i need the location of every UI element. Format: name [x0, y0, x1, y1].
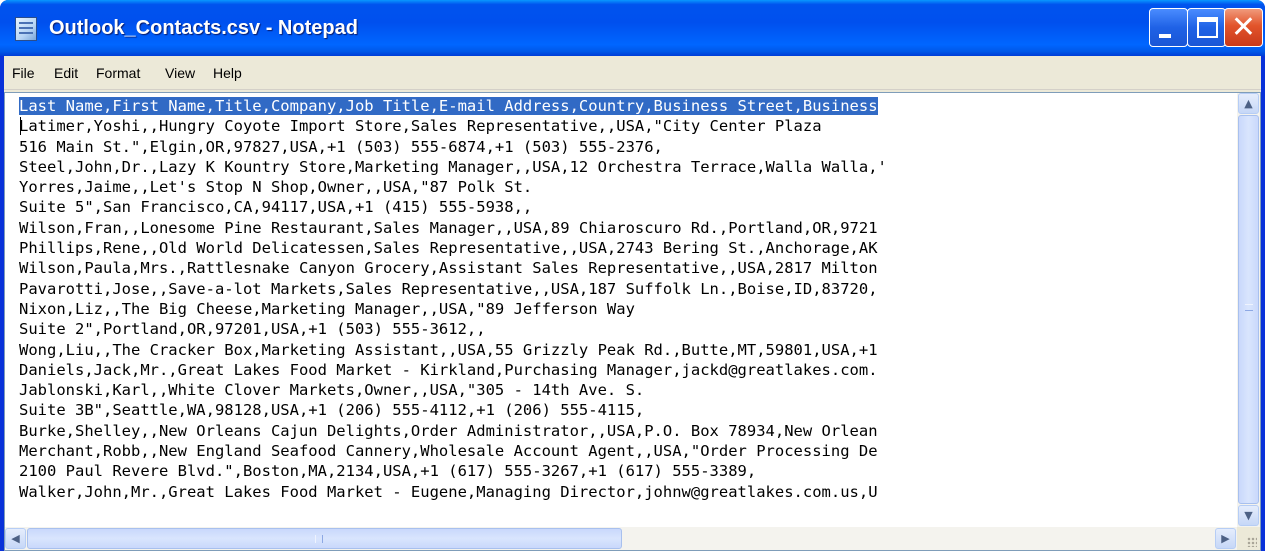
close-icon: ✕ [1230, 10, 1257, 45]
scroll-left-button[interactable]: ◀ [5, 528, 26, 549]
chevron-down-icon: ▼ [1244, 509, 1253, 522]
chevron-up-icon: ▲ [1244, 97, 1253, 110]
text-line-content: Wilson,Fran,,Lonesome Pine Restaurant,Sa… [19, 218, 878, 237]
chevron-left-icon: ◀ [11, 532, 20, 545]
scroll-up-button[interactable]: ▲ [1238, 93, 1259, 114]
text-line[interactable]: 516 Main St.",Elgin,OR,97827,USA,+1 (503… [19, 137, 1231, 157]
text-line-content: Daniels,Jack,Mr.,Great Lakes Food Market… [19, 360, 878, 379]
text-line[interactable]: Daniels,Jack,Mr.,Great Lakes Food Market… [19, 360, 1231, 380]
vertical-scrollbar[interactable]: ▲ ▼ [1237, 93, 1260, 527]
grip-icon [1245, 304, 1253, 311]
menu-help[interactable]: Help [209, 62, 246, 84]
text-line[interactable]: Wilson,Fran,,Lonesome Pine Restaurant,Sa… [19, 218, 1231, 238]
horizontal-scrollbar[interactable]: ◀ ▶ [5, 527, 1237, 550]
selected-text-line[interactable]: Last Name,First Name,Title,Company,Job T… [19, 96, 1231, 116]
text-line-content: Nixon,Liz,,The Big Cheese,Marketing Mana… [19, 299, 635, 318]
text-line-content: Wong,Liu,,The Cracker Box,Marketing Assi… [19, 340, 878, 359]
text-line[interactable]: Suite 3B",Seattle,WA,98128,USA,+1 (206) … [19, 400, 1231, 420]
menu-bar: File Edit Format View Help [4, 56, 1261, 90]
text-line[interactable]: Yorres,Jaime,,Let's Stop N Shop,Owner,,U… [19, 177, 1231, 197]
text-line[interactable]: Nixon,Liz,,The Big Cheese,Marketing Mana… [19, 299, 1231, 319]
scroll-down-button[interactable]: ▼ [1238, 505, 1259, 526]
text-line-content: Latimer,Yoshi,,Hungry Coyote Import Stor… [19, 117, 822, 136]
text-line-content: Merchant,Robb,,New England Seafood Canne… [19, 442, 878, 461]
text-line-content: Pavarotti,Jose,,Save-a-lot Markets,Sales… [19, 279, 878, 298]
menu-edit[interactable]: Edit [50, 62, 82, 84]
maximize-button[interactable] [1187, 8, 1226, 47]
text-editor[interactable]: Last Name,First Name,Title,Company,Job T… [4, 92, 1261, 551]
maximize-icon [1197, 17, 1218, 38]
text-line-content: 2100 Paul Revere Blvd.",Boston,MA,2134,U… [19, 462, 757, 481]
text-content[interactable]: Last Name,First Name,Title,Company,Job T… [19, 96, 1231, 526]
text-line-content: Walker,John,Mr.,Great Lakes Food Market … [19, 482, 878, 501]
text-line[interactable]: Burke,Shelley,,New Orleans Cajun Delight… [19, 421, 1231, 441]
text-line-content: Phillips,Rene,,Old World Delicatessen,Sa… [19, 239, 878, 258]
menu-format[interactable]: Format [92, 62, 144, 84]
window-title: Outlook_Contacts.csv - Notepad [49, 17, 358, 39]
minimize-button[interactable] [1149, 8, 1188, 47]
minimize-icon [1159, 34, 1171, 38]
text-line-content: Jablonski,Karl,,White Clover Markets,Own… [19, 381, 645, 400]
chevron-right-icon: ▶ [1221, 532, 1230, 545]
notepad-window: Outlook_Contacts.csv - Notepad ✕ File Ed… [0, 0, 1265, 551]
text-caret [20, 117, 21, 135]
text-line[interactable]: Steel,John,Dr.,Lazy K Kountry Store,Mark… [19, 157, 1231, 177]
text-line-content: Yorres,Jaime,,Let's Stop N Shop,Owner,,U… [19, 178, 533, 197]
text-line[interactable]: Wilson,Paula,Mrs.,Rattlesnake Canyon Gro… [19, 258, 1231, 278]
menu-file[interactable]: File [8, 62, 39, 84]
text-line[interactable]: Pavarotti,Jose,,Save-a-lot Markets,Sales… [19, 279, 1231, 299]
text-line[interactable]: Latimer,Yoshi,,Hungry Coyote Import Stor… [19, 116, 1231, 136]
text-line-content: Suite 3B",Seattle,WA,98128,USA,+1 (206) … [19, 401, 645, 420]
text-line[interactable]: Wong,Liu,,The Cracker Box,Marketing Assi… [19, 340, 1231, 360]
scroll-right-button[interactable]: ▶ [1215, 528, 1236, 549]
text-line[interactable]: Phillips,Rene,,Old World Delicatessen,Sa… [19, 238, 1231, 258]
text-line-content: Last Name,First Name,Title,Company,Job T… [19, 97, 878, 115]
resize-grip-icon[interactable] [1237, 527, 1260, 550]
notepad-icon[interactable] [15, 17, 37, 41]
menu-view[interactable]: View [161, 62, 199, 84]
text-line[interactable]: Merchant,Robb,,New England Seafood Canne… [19, 441, 1231, 461]
text-line-content: Burke,Shelley,,New Orleans Cajun Delight… [19, 421, 878, 440]
text-line[interactable]: Jablonski,Karl,,White Clover Markets,Own… [19, 380, 1231, 400]
vertical-scroll-thumb[interactable] [1238, 115, 1259, 504]
text-line[interactable]: 2100 Paul Revere Blvd.",Boston,MA,2134,U… [19, 461, 1231, 481]
text-line-content: Suite 5",San Francisco,CA,94117,USA,+1 (… [19, 198, 533, 217]
title-bar[interactable]: Outlook_Contacts.csv - Notepad ✕ [0, 0, 1265, 56]
text-line-content: Suite 2",Portland,OR,97201,USA,+1 (503) … [19, 320, 486, 339]
client-area: File Edit Format View Help Last Name,Fir… [4, 56, 1261, 551]
text-line-content: 516 Main St.",Elgin,OR,97827,USA,+1 (503… [19, 137, 663, 156]
text-line-content: Wilson,Paula,Mrs.,Rattlesnake Canyon Gro… [19, 259, 878, 278]
close-button[interactable]: ✕ [1224, 8, 1263, 47]
text-line-content: Steel,John,Dr.,Lazy K Kountry Store,Mark… [19, 157, 887, 176]
grip-icon [315, 535, 323, 543]
text-line[interactable]: Suite 5",San Francisco,CA,94117,USA,+1 (… [19, 197, 1231, 217]
horizontal-scroll-thumb[interactable] [27, 528, 622, 549]
text-line[interactable]: Suite 2",Portland,OR,97201,USA,+1 (503) … [19, 319, 1231, 339]
text-line[interactable]: Walker,John,Mr.,Great Lakes Food Market … [19, 482, 1231, 502]
